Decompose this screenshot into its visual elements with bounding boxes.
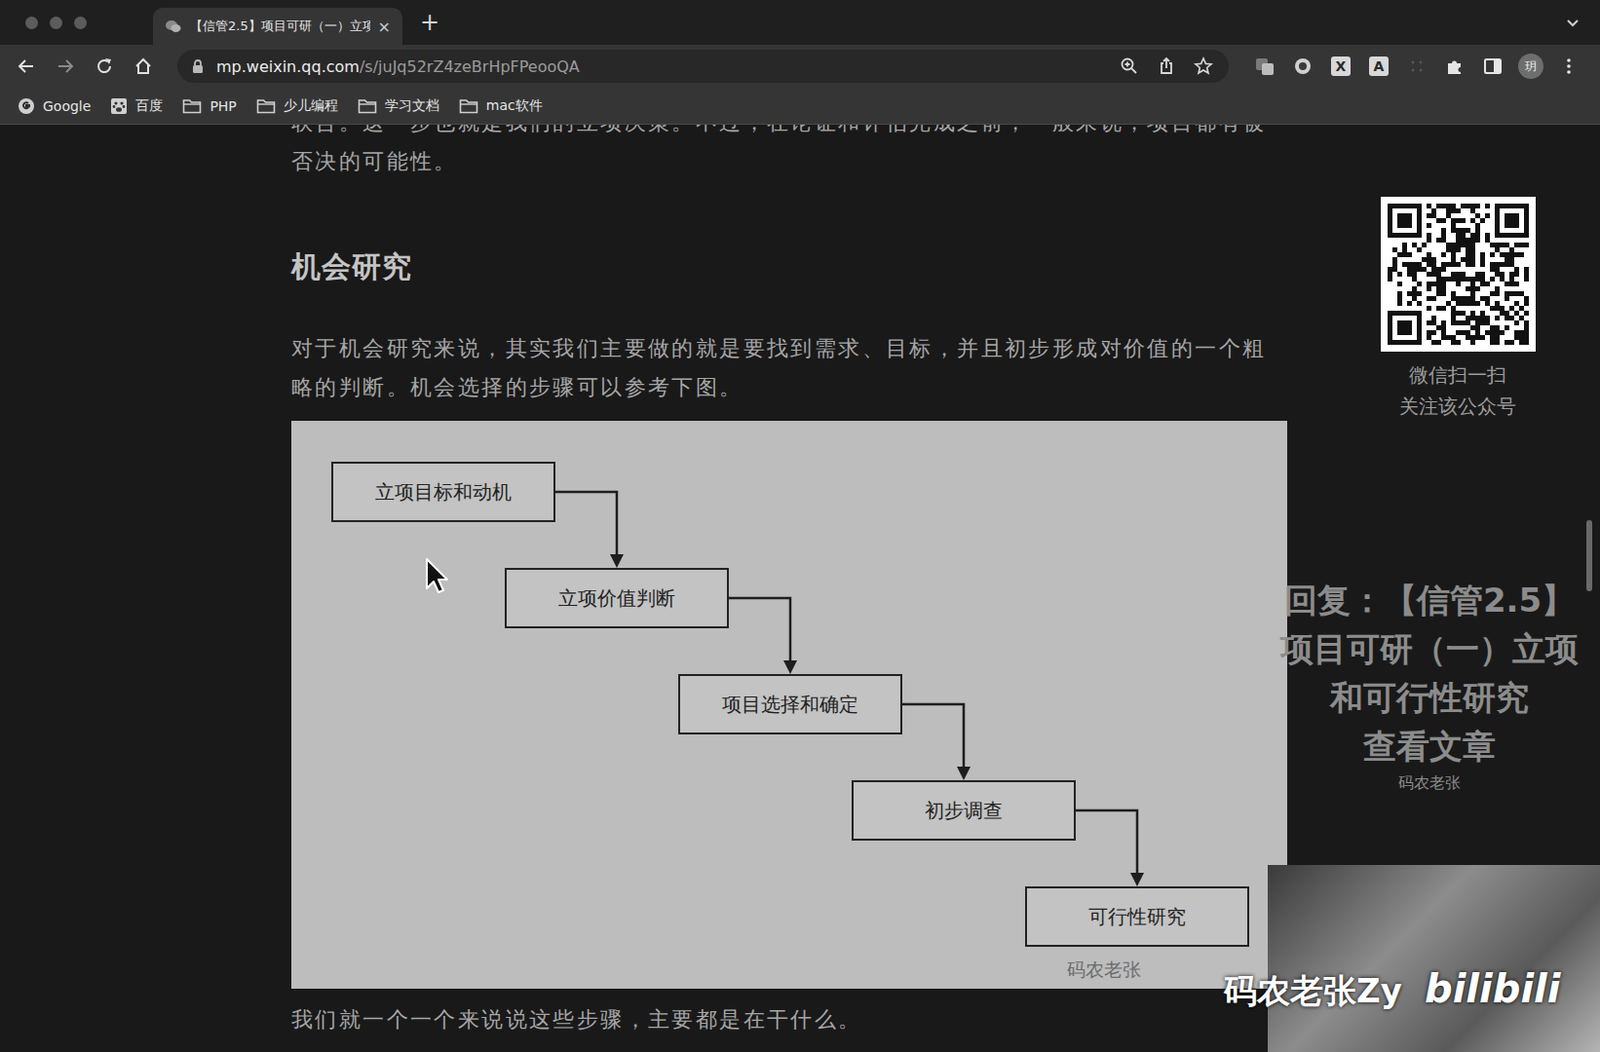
video-caption-overlay: 回复：【信管2.5】项目可研（一）立项和可行性研究查看文章码农老张 [1264,575,1595,797]
section-heading: 机会研究 [291,245,1288,289]
lock-icon [190,58,205,75]
extension-button[interactable] [1399,49,1435,83]
bilibili-logo: bilibili [1424,964,1562,1014]
close-window-button[interactable] [25,16,39,30]
flow-diagram: 立项目标和动机立项价值判断项目选择和确定初步调查可行性研究码农老张 [291,420,1288,990]
dots-extension-icon [1406,55,1428,77]
bookmark-star-icon[interactable] [1193,56,1214,77]
browser-window: 【信管2.5】项目可研（一）立项 × + mp.weixin.qq.com/s/juJ… [0,0,1600,1052]
profile-avatar[interactable]: 玥 [1518,53,1544,79]
bookmark-item[interactable]: 百度 [110,97,163,115]
zoom-icon[interactable] [1119,56,1140,77]
bookmark-item[interactable]: 少儿编程 [256,97,339,115]
home-button[interactable] [125,49,161,83]
overlay-line: 查看文章 [1264,722,1595,771]
toolbar: mp.weixin.qq.com/s/juJq52rZ4zeBrHpFPeooQ… [0,44,1600,88]
folder-icon [256,98,276,115]
bookmark-item[interactable]: Google [17,97,91,115]
folder-icon [357,98,378,115]
extension-button[interactable] [1285,49,1321,83]
zoom-window-button[interactable] [74,16,87,30]
letter-extension-icon: X [1331,56,1351,77]
back-arrow-icon [16,56,37,77]
bookmark-item[interactable]: PHP [182,98,236,115]
extension-button[interactable] [1247,49,1283,83]
ring-extension-icon [1292,55,1314,77]
article-paragraph: 联合。这一步也就是我们的立项决策。不过，在论证和评估完成之前，一般来说，项目都有… [291,124,1288,143]
tab-search-icon[interactable] [1564,14,1581,31]
kebab-menu-icon [1558,55,1580,77]
share-icon[interactable] [1156,56,1177,77]
diagram-step: 项目选择和确定 [678,674,903,735]
back-button[interactable] [8,49,44,83]
qr-panel: 微信扫一扫关注该公众号 [1360,196,1556,422]
url-text: mp.weixin.qq.com/s/juJq52rZ4zeBrHpFPeooQ… [216,57,580,77]
bookmarks-bar: Google 百度 PHP 少儿编程学习文档 mac软件 [0,87,1600,125]
google-icon [17,97,36,115]
tab-close-button[interactable]: × [378,17,391,37]
diagram-step: 立项目标和动机 [331,461,556,523]
qr-caption-line: 关注该公众号 [1399,390,1517,422]
diagram-step: 初步调查 [851,780,1076,841]
extension-button[interactable]: X [1323,49,1359,83]
reload-icon [94,56,115,77]
tab-strip: 【信管2.5】项目可研（一）立项 × + [0,0,1600,45]
diagram-step: 立项价值判断 [504,568,729,629]
uploader-name: 码农老张Zy [1223,970,1403,1012]
window-controls [25,16,87,30]
letter-extension-icon: A [1369,56,1389,77]
extension-button[interactable] [1475,49,1511,83]
folder-icon [458,98,479,115]
browser-tab[interactable]: 【信管2.5】项目可研（一）立项 × [152,7,403,45]
page-content: 联合。这一步也就是我们的立项决策。不过，在论证和评估完成之前，一般来说，项目都有… [0,124,1600,1052]
menu-button[interactable] [1551,49,1587,83]
forward-arrow-icon [55,56,76,77]
wechat-icon [164,17,183,36]
bookmark-item[interactable]: 学习文档 [357,97,440,115]
sidebar-icon [1482,55,1504,77]
overlay-line: 项目可研（一）立项 [1264,624,1595,674]
folder-icon [182,98,202,115]
mouse-cursor-icon [424,557,451,595]
article-paragraph: 我们就一个一个来说说这些步骤，主要都是在干什么。 [291,1000,1288,1040]
home-icon [133,56,153,77]
overlay-author: 码农老张 [1264,770,1595,797]
article-paragraph: 对于机会研究来说，其实我们主要做的就是要找到需求、目标，并且初步形成对价值的一个… [291,329,1288,408]
overlay-line: 回复：【信管2.5】 [1264,575,1595,625]
image-watermark: 码农老张 [1066,957,1142,982]
article: 联合。这一步也就是我们的立项决策。不过，在论证和评估完成之前，一般来说，项目都有… [291,124,1288,1040]
diagram-step: 可行性研究 [1025,886,1250,948]
webcam-video [1267,865,1600,1052]
bookmark-item[interactable]: mac软件 [458,97,543,115]
tab-title: 【信管2.5】项目可研（一）立项 [190,17,371,36]
baidu-paw-icon [110,97,128,115]
qr-code [1380,196,1536,352]
qr-pattern-icon [1387,203,1529,345]
article-paragraph: 否决的可能性。 [291,142,1288,182]
address-bar[interactable]: mp.weixin.qq.com/s/juJq52rZ4zeBrHpFPeooQ… [177,49,1229,83]
scrollbar-thumb[interactable] [1586,520,1593,592]
extension-button[interactable] [1437,49,1473,83]
puzzle-icon [1444,55,1466,77]
reload-button[interactable] [86,49,122,83]
minimize-window-button[interactable] [49,16,63,30]
extension-button[interactable]: A [1361,49,1397,83]
translate-icon [1254,55,1276,77]
new-tab-button[interactable]: + [419,8,440,37]
qr-caption: 微信扫一扫关注该公众号 [1399,359,1517,422]
overlay-line: 和可行性研究 [1264,673,1595,723]
qr-caption-line: 微信扫一扫 [1399,359,1517,391]
extension-area: XA 玥 [1247,49,1587,83]
forward-button[interactable] [47,49,83,83]
